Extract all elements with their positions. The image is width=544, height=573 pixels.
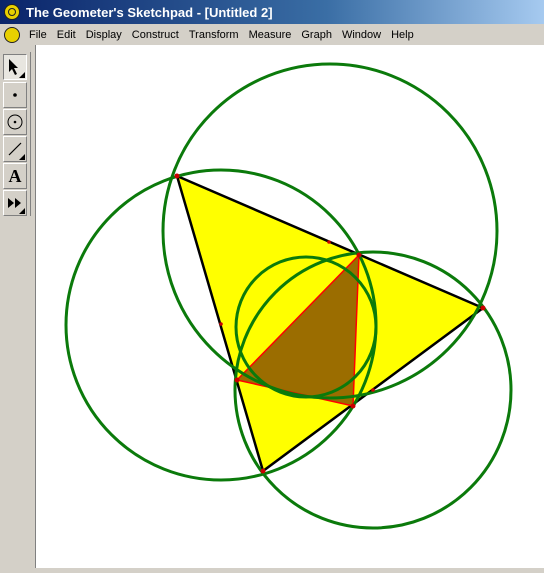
sketch-canvas[interactable] — [35, 45, 544, 568]
tool-options-indicator — [19, 208, 25, 214]
menu-display[interactable]: Display — [81, 27, 127, 43]
menu-edit[interactable]: Edit — [52, 27, 81, 43]
text-tool[interactable]: A — [3, 163, 27, 189]
menu-window[interactable]: Window — [337, 27, 386, 43]
text-icon: A — [8, 165, 22, 186]
vertex-point[interactable] — [260, 468, 266, 474]
vertex-point[interactable] — [356, 252, 362, 258]
midpoint-point[interactable] — [327, 240, 331, 244]
title-bar: The Geometer's Sketchpad - [Untitled 2] — [0, 0, 544, 24]
selection-arrow-tool[interactable] — [3, 54, 27, 80]
tool-options-indicator — [19, 154, 25, 160]
compass-tool[interactable] — [3, 109, 27, 135]
point-icon — [13, 93, 17, 97]
vertex-point[interactable] — [350, 403, 356, 409]
vertex-point[interactable] — [234, 377, 240, 383]
menu-bar: File Edit Display Construct Transform Me… — [0, 24, 544, 45]
point-tool[interactable] — [3, 82, 27, 108]
menu-measure[interactable]: Measure — [244, 27, 297, 43]
vertex-point[interactable] — [174, 173, 180, 179]
geometry-drawing[interactable] — [36, 45, 544, 568]
menu-transform[interactable]: Transform — [184, 27, 244, 43]
menu-graph[interactable]: Graph — [296, 27, 337, 43]
toolbox: A — [0, 52, 31, 216]
menu-help[interactable]: Help — [386, 27, 419, 43]
midpoint-point[interactable] — [371, 388, 375, 392]
midpoint-point[interactable] — [219, 322, 223, 326]
vertex-point[interactable] — [480, 305, 486, 311]
straightedge-tool[interactable] — [3, 136, 27, 162]
sketchpad-app-icon[interactable] — [4, 4, 20, 20]
menu-construct[interactable]: Construct — [127, 27, 184, 43]
compass-icon — [7, 114, 23, 130]
window-title: The Geometer's Sketchpad - [Untitled 2] — [26, 4, 273, 20]
tool-options-indicator — [19, 72, 25, 78]
custom-tool[interactable] — [3, 190, 27, 216]
menu-file[interactable]: File — [24, 27, 52, 43]
document-icon[interactable] — [4, 26, 20, 43]
